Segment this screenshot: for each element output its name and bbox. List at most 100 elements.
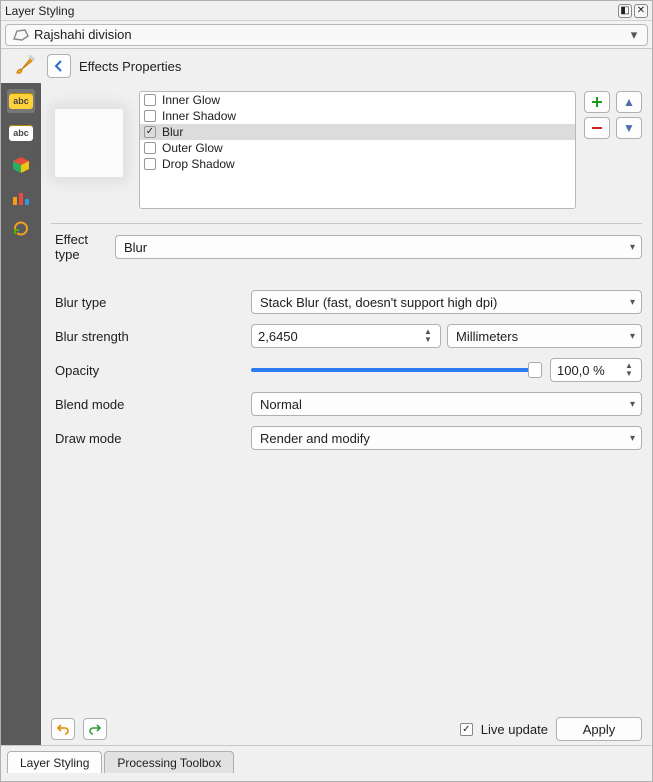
tab-labels-yellow[interactable]: abc xyxy=(7,89,35,113)
left-tab-strip: abc abc xyxy=(1,83,41,745)
main-area: abc abc Inner Glow Inner Shadow xyxy=(1,83,652,745)
effect-preview xyxy=(55,109,123,177)
dock-tab-processing-toolbox[interactable]: Processing Toolbox xyxy=(104,751,234,773)
blur-strength-unit: Millimeters xyxy=(456,329,518,344)
effect-label: Inner Shadow xyxy=(162,109,236,123)
cube-icon xyxy=(11,155,31,175)
tab-labels-white[interactable]: abc xyxy=(7,121,35,145)
tab-history[interactable] xyxy=(7,217,35,241)
effect-checkbox[interactable]: ✓ xyxy=(144,126,156,138)
draw-mode-value: Render and modify xyxy=(260,431,370,446)
opacity-spinbox[interactable]: 100,0 % ▲▼ xyxy=(550,358,642,382)
effect-type-label: Effect type xyxy=(51,232,115,262)
chevron-down-icon: ▾ xyxy=(630,297,635,308)
layer-combo-text: Rajshahi division xyxy=(34,27,132,42)
abc-white-icon: abc xyxy=(9,125,33,141)
effect-form: Effect type Blur ▾ Blur type Stack Blur … xyxy=(51,232,642,450)
effect-checkbox[interactable] xyxy=(144,142,156,154)
chevron-down-icon: ▾ xyxy=(630,242,635,253)
draw-mode-label: Draw mode xyxy=(51,431,251,446)
dock-tabs: Layer Styling Processing Toolbox xyxy=(1,745,652,773)
effect-checkbox[interactable] xyxy=(144,158,156,170)
blur-type-combo[interactable]: Stack Blur (fast, doesn't support high d… xyxy=(251,290,642,314)
effect-row[interactable]: ✓ Blur xyxy=(140,124,575,140)
effects-side-buttons: ▲ ▼ xyxy=(584,91,642,209)
live-update-checkbox[interactable]: ✓ xyxy=(460,723,473,736)
dock-tab-label: Processing Toolbox xyxy=(117,756,221,770)
effects-top-row: Inner Glow Inner Shadow ✓ Blur Outer Glo… xyxy=(51,91,642,209)
spinner-arrows-icon[interactable]: ▲▼ xyxy=(422,328,434,344)
live-update-label: Live update xyxy=(481,722,548,737)
redo-button[interactable] xyxy=(83,718,107,740)
tab-3d[interactable] xyxy=(7,153,35,177)
draw-mode-row: Draw mode Render and modify ▾ xyxy=(51,426,642,450)
effect-type-value: Blur xyxy=(124,240,147,255)
dock-tab-layer-styling[interactable]: Layer Styling xyxy=(7,751,102,773)
content-footer: ✓ Live update Apply xyxy=(51,711,642,741)
separator xyxy=(51,223,642,224)
blend-mode-row: Blend mode Normal ▾ xyxy=(51,392,642,416)
back-button[interactable] xyxy=(47,54,71,78)
chevron-down-icon: ▾ xyxy=(627,27,641,43)
spinner-arrows-icon[interactable]: ▲▼ xyxy=(623,362,635,378)
effect-checkbox[interactable] xyxy=(144,110,156,122)
blur-strength-label: Blur strength xyxy=(51,329,251,344)
minus-icon xyxy=(590,121,604,135)
blur-strength-value: 2,6450 xyxy=(258,329,422,344)
effect-row[interactable]: Drop Shadow xyxy=(140,156,575,172)
opacity-label: Opacity xyxy=(51,363,251,378)
remove-effect-button[interactable] xyxy=(584,117,610,139)
brush-icon xyxy=(13,53,39,79)
layer-combo[interactable]: Rajshahi division ▾ xyxy=(5,24,648,46)
blur-strength-spinbox[interactable]: 2,6450 ▲▼ xyxy=(251,324,441,348)
effect-row[interactable]: Inner Shadow xyxy=(140,108,575,124)
histogram-icon xyxy=(11,187,31,207)
polygon-layer-icon xyxy=(12,28,30,42)
redo-icon xyxy=(88,722,102,736)
blur-type-value: Stack Blur (fast, doesn't support high d… xyxy=(260,295,497,310)
opacity-row: Opacity 100,0 % ▲▼ xyxy=(51,358,642,382)
panel-titlebar: Layer Styling ◧ ✕ xyxy=(1,1,652,21)
tab-diagram[interactable] xyxy=(7,185,35,209)
triangle-down-icon: ▼ xyxy=(623,121,635,135)
plus-icon xyxy=(590,95,604,109)
opacity-slider[interactable] xyxy=(251,358,542,382)
blend-mode-label: Blend mode xyxy=(51,397,251,412)
effect-type-combo[interactable]: Blur ▾ xyxy=(115,235,642,259)
undo-icon xyxy=(56,722,70,736)
add-effect-button[interactable] xyxy=(584,91,610,113)
opacity-value: 100,0 % xyxy=(557,363,623,378)
page-title: Effects Properties xyxy=(79,59,181,74)
blend-mode-combo[interactable]: Normal ▾ xyxy=(251,392,642,416)
slider-thumb[interactable] xyxy=(528,362,542,378)
layer-selector-row: Rajshahi division ▾ xyxy=(1,21,652,49)
effect-label: Blur xyxy=(162,125,183,139)
chevron-down-icon: ▾ xyxy=(630,331,635,342)
effect-type-row: Effect type Blur ▾ xyxy=(51,232,642,262)
triangle-up-icon: ▲ xyxy=(623,95,635,109)
blend-mode-value: Normal xyxy=(260,397,302,412)
blur-type-row: Blur type Stack Blur (fast, doesn't supp… xyxy=(51,290,642,314)
draw-mode-combo[interactable]: Render and modify ▾ xyxy=(251,426,642,450)
dock-tab-label: Layer Styling xyxy=(20,756,89,770)
effect-label: Inner Glow xyxy=(162,93,220,107)
refresh-icon xyxy=(12,220,30,238)
panel-title: Layer Styling xyxy=(5,4,74,18)
effect-row[interactable]: Outer Glow xyxy=(140,140,575,156)
effect-label: Drop Shadow xyxy=(162,157,235,171)
abc-yellow-icon: abc xyxy=(9,93,33,109)
move-down-button[interactable]: ▼ xyxy=(616,117,642,139)
blur-type-label: Blur type xyxy=(51,295,251,310)
blur-strength-unit-combo[interactable]: Millimeters ▾ xyxy=(447,324,642,348)
move-up-button[interactable]: ▲ xyxy=(616,91,642,113)
undo-button[interactable] xyxy=(51,718,75,740)
chevron-down-icon: ▾ xyxy=(630,399,635,410)
effect-checkbox[interactable] xyxy=(144,94,156,106)
close-icon[interactable]: ✕ xyxy=(634,4,648,18)
content-pane: Inner Glow Inner Shadow ✓ Blur Outer Glo… xyxy=(41,83,652,745)
apply-button[interactable]: Apply xyxy=(556,717,642,741)
blur-strength-row: Blur strength 2,6450 ▲▼ Millimeters ▾ xyxy=(51,324,642,348)
effects-list[interactable]: Inner Glow Inner Shadow ✓ Blur Outer Glo… xyxy=(139,91,576,209)
undock-icon[interactable]: ◧ xyxy=(618,4,632,18)
effect-row[interactable]: Inner Glow xyxy=(140,92,575,108)
